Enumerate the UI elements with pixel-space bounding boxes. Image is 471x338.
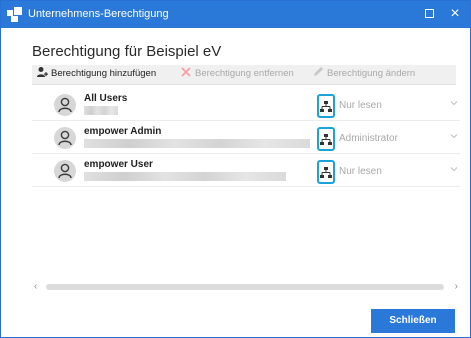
avatar — [54, 160, 76, 182]
change-permission-label: Berechtigung ändern — [327, 68, 416, 79]
role-select[interactable]: Nur lesen — [339, 166, 382, 177]
change-permission-button[interactable]: Berechtigung ändern — [312, 66, 416, 79]
maximize-button[interactable] — [418, 4, 440, 24]
add-permission-label: Berechtigung hinzufügen — [51, 68, 157, 79]
add-permission-button[interactable]: Berechtigung hinzufügen — [36, 66, 157, 79]
scroll-left-icon[interactable]: ‹ — [34, 281, 37, 293]
avatar — [54, 127, 76, 149]
close-button[interactable]: Schließen — [371, 309, 455, 333]
user-name: All Users — [84, 93, 128, 104]
redacted-detail — [84, 172, 286, 181]
list-item[interactable]: empower Admin Administrator — [32, 122, 460, 154]
chevron-down-icon[interactable] — [450, 164, 458, 172]
title-bar: Unternehmens-Berechtigung × — [1, 1, 470, 28]
app-icon — [7, 7, 22, 22]
avatar — [54, 94, 76, 116]
user-name: empower User — [84, 159, 153, 170]
remove-icon — [180, 66, 192, 78]
toolbar: Berechtigung hinzufügen Berechtigung ent… — [32, 65, 456, 85]
maximize-icon — [424, 9, 434, 19]
remove-permission-label: Berechtigung entfernen — [195, 68, 294, 79]
hierarchy-icon[interactable] — [317, 160, 335, 184]
window-close-button[interactable]: × — [444, 4, 466, 24]
permission-dialog: Unternehmens-Berechtigung × Berechtigung… — [0, 0, 471, 338]
add-user-icon — [36, 66, 48, 78]
horizontal-scrollbar[interactable]: ‹ › — [32, 281, 460, 293]
user-name: empower Admin — [84, 126, 162, 137]
hierarchy-icon[interactable] — [317, 127, 335, 151]
redacted-detail — [84, 139, 310, 148]
hierarchy-icon[interactable] — [317, 94, 335, 118]
list-item[interactable]: empower User Nur lesen — [32, 155, 460, 187]
window-title: Unternehmens-Berechtigung — [28, 8, 169, 20]
redacted-detail — [84, 106, 118, 115]
close-icon: × — [450, 5, 460, 22]
scroll-right-icon[interactable]: › — [455, 281, 458, 293]
role-select[interactable]: Nur lesen — [339, 100, 382, 111]
pencil-icon — [312, 66, 324, 78]
page-title: Berechtigung für Beispiel eV — [32, 43, 222, 60]
chevron-down-icon[interactable] — [450, 131, 458, 139]
list-item[interactable]: All Users Nur lesen — [32, 89, 460, 121]
scrollbar-thumb[interactable] — [46, 284, 444, 290]
remove-permission-button[interactable]: Berechtigung entfernen — [180, 66, 294, 79]
chevron-down-icon[interactable] — [450, 98, 458, 106]
role-select[interactable]: Administrator — [339, 133, 398, 144]
